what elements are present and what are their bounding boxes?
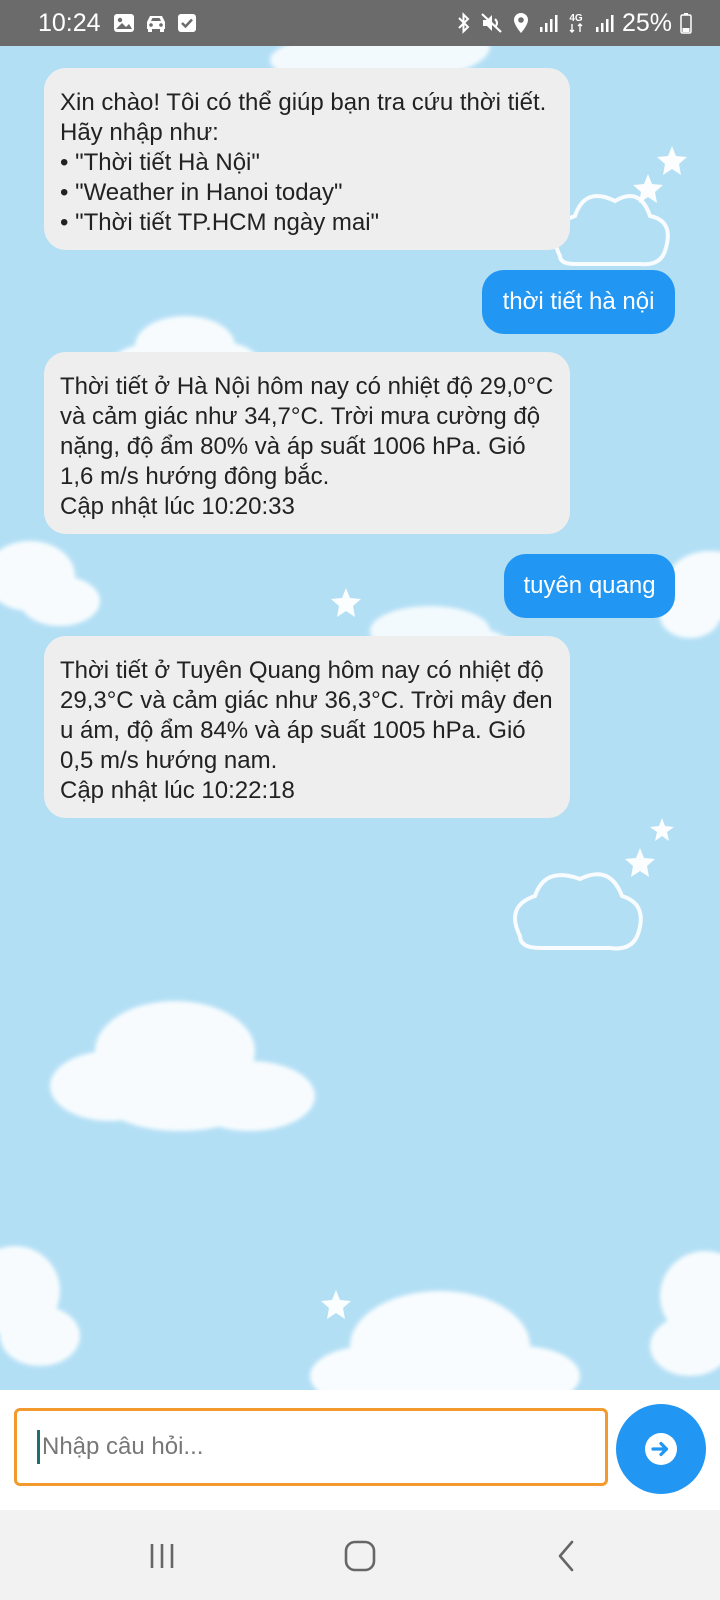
input-placeholder: Nhập câu hỏi... xyxy=(42,1433,204,1460)
send-button[interactable] xyxy=(616,1404,706,1494)
user-message: tuyên quang xyxy=(504,554,675,618)
bot-message: Thời tiết ở Hà Nội hôm nay có nhiệt độ 2… xyxy=(44,352,570,534)
signal-icon xyxy=(594,13,614,33)
back-button[interactable] xyxy=(542,1532,590,1580)
location-icon xyxy=(512,12,530,34)
recent-apps-button[interactable] xyxy=(138,1532,186,1580)
battery-percentage: 25% xyxy=(621,8,672,37)
bot-message: Thời tiết ở Tuyên Quang hôm nay có nhiệt… xyxy=(44,636,570,818)
gallery-icon xyxy=(113,13,135,33)
car-icon xyxy=(143,13,169,33)
recent-apps-icon xyxy=(146,1541,178,1571)
network-4g-icon: 4G xyxy=(566,11,586,35)
question-input[interactable]: Nhập câu hỏi... xyxy=(14,1408,608,1486)
arrow-right-icon xyxy=(644,1432,678,1466)
bluetooth-icon xyxy=(456,12,472,34)
status-time: 10:24 xyxy=(38,8,101,37)
home-icon xyxy=(343,1539,377,1573)
home-button[interactable] xyxy=(336,1532,384,1580)
bot-message: Xin chào! Tôi có thể giúp bạn tra cứu th… xyxy=(44,68,570,250)
svg-text:4G: 4G xyxy=(569,13,583,24)
user-message: thời tiết hà nội xyxy=(482,270,675,334)
navigation-bar xyxy=(0,1510,720,1600)
battery-icon xyxy=(680,12,692,34)
checkbox-icon xyxy=(177,13,197,33)
status-left-icons xyxy=(113,13,197,33)
input-bar: Nhập câu hỏi... xyxy=(0,1390,720,1510)
back-icon xyxy=(553,1539,579,1573)
chat-area[interactable]: Xin chào! Tôi có thể giúp bạn tra cứu th… xyxy=(0,46,720,1390)
status-right-icons: 4G 25% xyxy=(456,9,692,38)
signal-icon xyxy=(538,13,558,33)
text-caret xyxy=(37,1430,40,1464)
status-bar: 10:24 4G 25% xyxy=(0,0,720,46)
mute-icon xyxy=(480,12,504,34)
